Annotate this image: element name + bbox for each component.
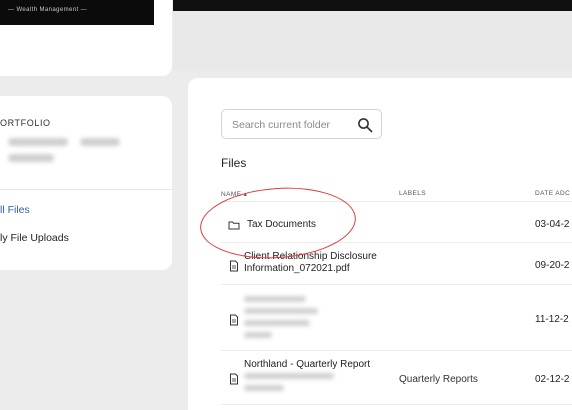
date-added: 02-12-2 xyxy=(535,374,570,385)
blurred-portfolio-name xyxy=(80,138,120,146)
folder-icon xyxy=(228,221,240,230)
files-panel: Files NAME ▴ LABELS DATE ADC Tax Documen… xyxy=(188,78,572,410)
document-icon xyxy=(230,314,238,326)
blurred-file-name xyxy=(244,373,334,379)
nav-all-files[interactable]: ll Files xyxy=(0,204,30,216)
row-divider xyxy=(221,404,572,405)
column-header-date-added[interactable]: DATE ADC xyxy=(535,190,570,197)
blurred-portfolio-name xyxy=(8,154,54,162)
nav-my-file-uploads[interactable]: ly File Uploads xyxy=(0,232,69,244)
files-title: Files xyxy=(221,156,247,170)
logo-card: — Wealth Management — xyxy=(0,0,172,76)
row-divider xyxy=(221,242,572,243)
column-header-labels[interactable]: LABELS xyxy=(399,190,426,197)
blurred-portfolio-name xyxy=(8,138,68,146)
sidebar: ORTFOLIO ll Files ly File Uploads xyxy=(0,96,172,270)
file-name[interactable]: Client Relationship Disclosure Informati… xyxy=(244,251,394,275)
header-divider xyxy=(221,201,572,202)
file-name[interactable]: Northland - Quarterly Report xyxy=(244,359,370,370)
search-icon[interactable] xyxy=(357,117,373,133)
row-divider xyxy=(221,284,572,285)
brand-logo[interactable]: — Wealth Management — xyxy=(0,0,154,25)
blurred-file-name xyxy=(244,332,272,338)
blurred-file-name xyxy=(244,385,284,391)
top-bar xyxy=(173,0,572,11)
blurred-file-name xyxy=(244,308,318,314)
document-icon xyxy=(230,260,238,272)
brand-tagline: — Wealth Management — xyxy=(8,7,87,13)
blurred-file-name xyxy=(244,320,310,326)
date-added: 11-12-2 xyxy=(535,314,569,325)
sidebar-divider xyxy=(0,189,172,190)
file-label: Quarterly Reports xyxy=(399,374,478,385)
header-band xyxy=(173,11,572,71)
portfolio-section-label: ORTFOLIO xyxy=(0,118,51,128)
document-icon xyxy=(230,373,238,385)
file-name[interactable]: Tax Documents xyxy=(247,219,316,230)
column-header-name[interactable]: NAME ▴ xyxy=(221,190,247,198)
search-input[interactable] xyxy=(232,118,350,132)
row-divider xyxy=(221,350,572,351)
search-box[interactable] xyxy=(221,109,382,139)
date-added: 09-20-2 xyxy=(535,260,570,271)
blurred-file-name xyxy=(244,296,306,302)
date-added: 03-04-2 xyxy=(535,219,570,230)
